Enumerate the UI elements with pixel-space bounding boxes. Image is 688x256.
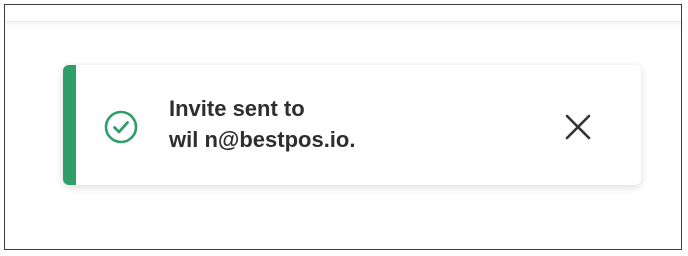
notification-toast: Invite sent to wil n@bestpos.io. (63, 65, 641, 185)
toast-message: Invite sent to wil n@bestpos.io. (169, 93, 549, 155)
screenshot-frame: Invite sent to wil n@bestpos.io. (4, 4, 682, 250)
header-strip (5, 5, 681, 22)
close-button[interactable] (557, 106, 599, 148)
toast-message-line-2: wil n@bestpos.io. (169, 127, 356, 152)
toast-accent-bar (63, 65, 76, 185)
close-icon (565, 114, 591, 140)
toast-message-line-1: Invite sent to (169, 96, 305, 121)
check-circle-icon (104, 110, 138, 144)
